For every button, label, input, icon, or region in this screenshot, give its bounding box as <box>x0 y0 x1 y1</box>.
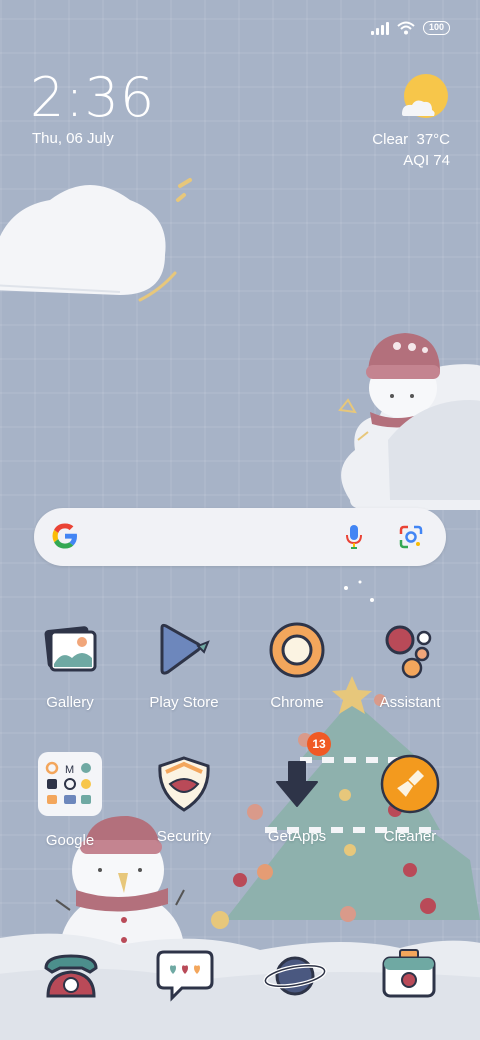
dock-camera[interactable] <box>376 948 446 1008</box>
weather-row: Clear 37°C <box>372 129 450 150</box>
browser-planet-icon <box>263 956 327 996</box>
security-shield-icon <box>154 754 214 814</box>
app-label: Security <box>156 828 212 845</box>
app-gallery[interactable]: Gallery <box>15 620 125 711</box>
status-bar: 100 <box>370 18 450 38</box>
getapps-download-icon: 13 <box>267 732 331 814</box>
app-getapps[interactable]: 13 GetApps <box>242 732 352 845</box>
weather-aqi: AQI 74 <box>403 152 450 169</box>
app-label: Play Store <box>149 694 219 711</box>
microphone-icon[interactable] <box>344 523 364 551</box>
clock-date[interactable]: Thu, 06 July <box>32 130 114 147</box>
sun-cloud-icon[interactable] <box>400 74 450 120</box>
wifi-icon <box>397 21 415 35</box>
weather-widget[interactable]: Clear 37°C AQI 74 <box>372 129 450 171</box>
cleaner-broom-icon <box>380 754 440 814</box>
dock-messages[interactable] <box>152 948 222 1008</box>
weather-temperature: 37°C <box>416 131 450 148</box>
app-google-folder[interactable]: M Google <box>15 752 125 849</box>
app-chrome[interactable]: Chrome <box>242 620 352 711</box>
app-label: Gallery <box>46 694 94 711</box>
notification-badge: 13 <box>307 732 331 756</box>
app-label: Assistant <box>379 694 441 711</box>
assistant-icon <box>380 620 440 680</box>
google-search-bar[interactable] <box>34 508 446 566</box>
gallery-icon <box>40 620 100 680</box>
app-play-store[interactable]: Play Store <box>129 620 239 711</box>
weather-condition: Clear <box>372 131 409 148</box>
app-label: Cleaner <box>383 828 437 845</box>
battery-icon: 100 <box>422 21 450 35</box>
app-cleaner[interactable]: Cleaner <box>355 754 465 845</box>
dock-phone[interactable] <box>38 948 108 1008</box>
svg-text:M: M <box>65 764 74 776</box>
clock-time[interactable]: 2:36 <box>30 70 155 126</box>
dock-browser[interactable] <box>262 948 332 1008</box>
app-label: GetApps <box>267 828 327 845</box>
app-assistant[interactable]: Assistant <box>355 620 465 711</box>
app-security[interactable]: Security <box>129 754 239 845</box>
play-store-icon <box>154 620 214 680</box>
phone-icon <box>44 954 98 998</box>
google-g-icon <box>52 523 77 549</box>
google-lens-icon[interactable] <box>398 524 424 550</box>
app-label: Chrome <box>270 694 324 711</box>
chrome-icon <box>267 620 327 680</box>
signal-icon <box>370 21 389 35</box>
app-label: Google <box>45 832 95 849</box>
messages-icon <box>156 950 214 1002</box>
google-folder-icon: M <box>36 750 104 818</box>
camera-icon <box>382 949 436 998</box>
